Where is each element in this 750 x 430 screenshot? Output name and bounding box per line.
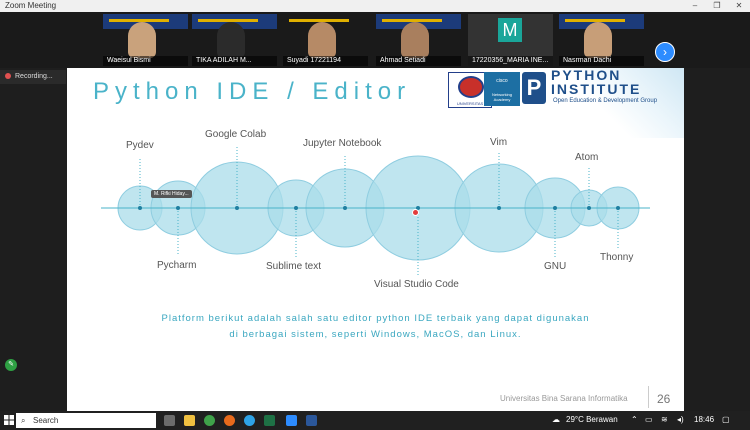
annotate-pencil-icon[interactable]: ✎ xyxy=(5,359,17,371)
window-title: Zoom Meeting xyxy=(5,1,57,10)
file-explorer-icon[interactable] xyxy=(184,415,195,426)
notifications-icon[interactable]: ▢ xyxy=(722,415,730,424)
participant-tile[interactable]: Nasrman Dachi xyxy=(559,14,644,66)
label-pycharm: Pycharm xyxy=(157,260,197,271)
volume-icon[interactable]: ◂) xyxy=(677,415,684,424)
tray-up-icon[interactable]: ⌃ xyxy=(631,415,638,424)
excel-icon[interactable] xyxy=(264,415,275,426)
close-icon[interactable]: ✕ xyxy=(728,0,750,12)
task-view-icon[interactable] xyxy=(164,415,175,426)
laser-pointer-icon xyxy=(413,210,418,215)
record-icon xyxy=(5,73,11,79)
next-page-icon[interactable]: › xyxy=(655,42,675,62)
label-sublime: Sublime text xyxy=(266,261,322,272)
participant-name: Waeisul Bismi xyxy=(103,56,188,66)
label-vim: Vim xyxy=(490,137,508,148)
wifi-icon[interactable]: ≋ xyxy=(661,415,668,424)
label-gnu: GNU xyxy=(544,261,567,272)
participant-name: Ahmad Setiadi xyxy=(376,56,461,66)
edge-icon[interactable] xyxy=(244,415,255,426)
label-vscode: Visual Studio Code xyxy=(374,279,459,290)
participant-video xyxy=(401,22,429,58)
label-colab: Google Colab xyxy=(205,129,267,140)
search-label: Search xyxy=(33,416,59,425)
participant-tile[interactable]: TIKA ADILAH M... xyxy=(192,14,277,66)
search-icon: ⌕ xyxy=(21,416,26,425)
caption-line-2: di berbagai sistem, seperti Windows, Mac… xyxy=(229,329,522,340)
firefox-icon[interactable] xyxy=(224,415,235,426)
participant-name: Nasrman Dachi xyxy=(559,56,644,66)
participant-name: Suyadi 17221194 xyxy=(283,56,368,66)
participant-video xyxy=(308,22,336,58)
taskbar-clock[interactable]: 18:46 xyxy=(694,415,714,424)
weather-status[interactable]: 29°C Berawan xyxy=(566,415,618,424)
participant-tile[interactable]: Ahmad Setiadi xyxy=(376,14,461,66)
label-jupyter: Jupyter Notebook xyxy=(303,138,382,149)
ide-bubble-diagram xyxy=(101,145,650,276)
chrome-icon[interactable] xyxy=(204,415,215,426)
windows-start-icon[interactable] xyxy=(4,415,14,425)
zoom-icon[interactable] xyxy=(286,415,297,426)
participant-strip: Waeisul Bismi TIKA ADILAH M... Suyadi 17… xyxy=(0,12,750,68)
taskbar-search[interactable]: ⌕ Search xyxy=(16,413,156,428)
windows-taskbar: ⌕ Search ☁ 29°C Berawan ⌃ ▭ ≋ ◂) 18:46 ▢ xyxy=(0,411,750,430)
label-pydev: Pydev xyxy=(126,140,154,151)
recording-label: Recording... xyxy=(15,73,53,80)
network-icon[interactable]: ▭ xyxy=(645,415,653,424)
avatar: M xyxy=(498,18,522,42)
presenter-tooltip: M. Rifki Hiday... xyxy=(151,190,192,198)
recording-indicator[interactable]: Recording... xyxy=(0,70,66,84)
shared-slide: Python IDE / Editor UNIVERSITAS cisco Ne… xyxy=(67,68,684,411)
label-atom: Atom xyxy=(575,152,599,163)
maximize-icon[interactable]: ❐ xyxy=(706,0,728,12)
slide-footer: Universitas Bina Sarana Informatika xyxy=(500,394,628,403)
participant-name: TIKA ADILAH M... xyxy=(192,56,277,66)
slide-page-number: 26 xyxy=(657,392,671,406)
participant-video xyxy=(128,22,156,58)
word-icon[interactable] xyxy=(306,415,317,426)
participant-name: 17220356_MARIA INE... xyxy=(468,56,553,66)
weather-icon: ☁ xyxy=(552,415,560,424)
participant-tile[interactable]: Suyadi 17221194 xyxy=(283,14,368,66)
participant-video xyxy=(217,22,245,58)
label-thonny: Thonny xyxy=(600,252,634,263)
participant-tile[interactable]: M 17220356_MARIA INE... xyxy=(468,14,553,66)
minimize-icon[interactable]: – xyxy=(684,0,706,12)
caption-line-1: Platform berikut adalah salah satu edito… xyxy=(161,313,590,324)
participant-tile[interactable]: Waeisul Bismi xyxy=(103,14,188,66)
participant-video xyxy=(584,22,612,58)
